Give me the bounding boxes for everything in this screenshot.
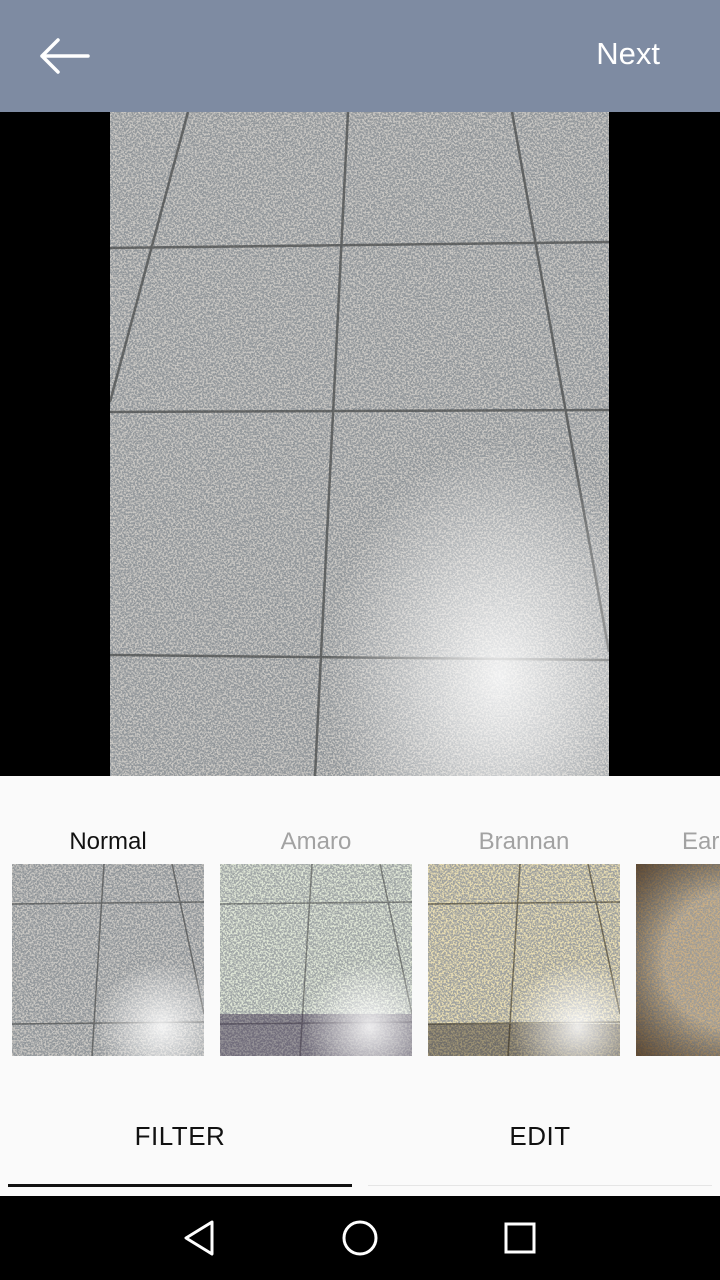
filter-earlybird[interactable]: Ear [636, 776, 720, 1076]
top-app-bar: Next [0, 0, 720, 112]
arrow-left-icon [40, 38, 90, 74]
nav-back-button[interactable] [176, 1214, 224, 1262]
filter-label: Ear [682, 828, 720, 855]
filter-label: Brannan [478, 828, 570, 855]
nav-recents-button[interactable] [496, 1214, 544, 1262]
filter-label: Normal [69, 828, 147, 855]
mode-tabs: FILTER EDIT [0, 1086, 720, 1196]
filter-thumbnail [636, 864, 720, 1056]
filter-thumbnail [12, 864, 204, 1056]
tab-filter[interactable]: FILTER [8, 1086, 352, 1186]
filter-amaro[interactable]: Amaro [220, 776, 412, 1076]
photo-preview [110, 112, 609, 776]
nav-home-circle-icon [342, 1220, 378, 1256]
next-button[interactable]: Next [596, 30, 660, 78]
tab-edit[interactable]: EDIT [368, 1086, 712, 1186]
filter-thumbnail [428, 864, 620, 1056]
system-navigation-bar [0, 1196, 720, 1280]
nav-recents-square-icon [504, 1222, 536, 1254]
back-button[interactable] [32, 30, 96, 82]
filter-label: Amaro [280, 828, 352, 855]
filter-normal[interactable]: Normal [12, 776, 204, 1076]
active-tab-indicator [8, 1184, 352, 1187]
nav-back-triangle-icon [184, 1220, 214, 1256]
nav-home-button[interactable] [336, 1214, 384, 1262]
filter-thumbnail [220, 864, 412, 1056]
tab-divider [368, 1185, 712, 1186]
photo-preview-area [0, 112, 720, 776]
filter-strip[interactable]: Normal Amaro Brannan Ear [0, 776, 720, 1086]
filter-brannan[interactable]: Brannan [428, 776, 620, 1076]
